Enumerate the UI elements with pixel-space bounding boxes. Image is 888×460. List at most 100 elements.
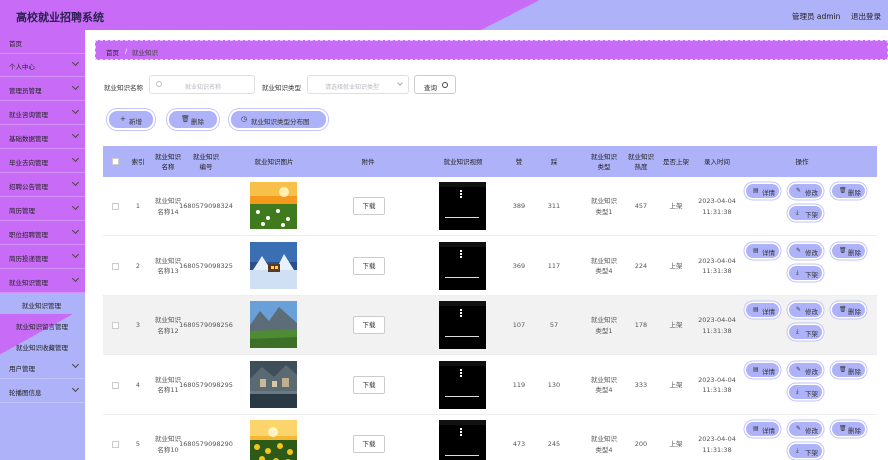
more-vertical-icon[interactable] xyxy=(460,190,462,192)
off-shelf-button[interactable]: ⤓ 下架 xyxy=(789,206,822,220)
video-progress[interactable] xyxy=(445,455,479,456)
chevron-down-icon xyxy=(71,82,80,91)
document-icon: ▤ xyxy=(753,306,759,313)
sidebar-item-jobs[interactable]: 职位招聘管理 xyxy=(0,221,85,245)
row-checkbox[interactable] xyxy=(112,381,119,389)
download-button[interactable]: 下载 xyxy=(353,197,385,215)
delete-button[interactable]: 🗑 删除 xyxy=(832,303,865,317)
breadcrumb-home[interactable]: 首页 xyxy=(106,47,119,57)
trash-icon: 🗑 xyxy=(181,115,190,123)
pencil-icon: ✎ xyxy=(796,246,802,254)
type-select[interactable]: 请选择就业知识类型 xyxy=(307,75,409,94)
video-player[interactable] xyxy=(439,360,486,409)
chevron-down-icon xyxy=(71,360,80,369)
sidebar-subitem-knowledge-messages[interactable]: 就业知识留言管理 xyxy=(0,314,85,335)
sidebar-item-label: 简历管理 xyxy=(9,207,35,215)
edit-button[interactable]: ✎ 修改 xyxy=(789,422,822,436)
edit-button[interactable]: ✎ 修改 xyxy=(789,184,822,198)
video-progress[interactable] xyxy=(445,336,479,337)
sidebar-item-admins[interactable]: 管理员管理 xyxy=(0,77,85,101)
edit-button[interactable]: ✎ 修改 xyxy=(789,362,822,377)
edit-button[interactable]: ✎ 修改 xyxy=(789,303,822,317)
row-checkbox[interactable] xyxy=(112,203,119,210)
more-vertical-icon[interactable] xyxy=(460,428,462,430)
sidebar-item-label: 个人中心 xyxy=(9,63,35,71)
sidebar-item-users[interactable]: 用户管理 xyxy=(0,355,85,379)
batch-delete-button[interactable]: 🗑 删除 xyxy=(169,111,217,128)
detail-button[interactable]: ▤ 详情 xyxy=(746,362,779,377)
name-search-input[interactable]: 就业知识名称 xyxy=(149,75,255,94)
video-player[interactable] xyxy=(439,420,486,460)
current-user: 管理员 admin xyxy=(792,12,841,21)
off-shelf-button[interactable]: ⤓ 下架 xyxy=(789,265,822,280)
cell-time: 2023-04-04 11:31:38 xyxy=(698,316,736,335)
delete-button[interactable]: 🗑 删除 xyxy=(832,422,865,436)
add-button[interactable]: + 新增 xyxy=(109,111,153,128)
sidebar-subitem-label: 就业知识收藏管理 xyxy=(16,344,68,352)
cell-code: 1680579098290 xyxy=(179,440,233,449)
sidebar-item-carousel[interactable]: 轮播图信息 xyxy=(0,379,85,403)
video-player[interactable] xyxy=(439,182,486,230)
detail-button[interactable]: ▤ 详情 xyxy=(746,303,779,317)
sidebar-item-home[interactable]: 首页 xyxy=(0,30,85,54)
delete-button[interactable]: 🗑 删除 xyxy=(832,362,865,377)
plus-icon: + xyxy=(120,115,126,123)
cell-time: 2023-04-04 11:31:38 xyxy=(698,256,736,276)
logout-link[interactable]: 退出登录 xyxy=(851,11,881,22)
breadcrumb: 首页 / 就业知识 xyxy=(95,40,888,60)
sidebar-item-profile[interactable]: 个人中心 xyxy=(0,53,85,77)
cell-type: 就业知识类型1 xyxy=(591,197,617,216)
detail-button[interactable]: ▤ 详情 xyxy=(746,184,779,198)
select-all-checkbox[interactable] xyxy=(112,158,119,165)
type-placeholder: 请选择就业知识类型 xyxy=(325,84,380,91)
sidebar-item-consult[interactable]: 就业咨询管理 xyxy=(0,101,85,125)
arrow-down-icon: ⤓ xyxy=(796,328,799,335)
off-shelf-button[interactable]: ⤓ 下架 xyxy=(789,444,822,458)
sidebar-item-delivery[interactable]: 简历投递管理 xyxy=(0,245,85,269)
sidebar-subitem-knowledge-favorites[interactable]: 就业知识收藏管理 xyxy=(0,335,85,356)
sidebar-item-notice[interactable]: 招聘公告管理 xyxy=(0,173,85,197)
cell-likes: 107 xyxy=(512,321,526,330)
delete-button[interactable]: 🗑 删除 xyxy=(832,184,865,198)
sidebar-item-basedata[interactable]: 基础数据管理 xyxy=(0,125,85,149)
sidebar-item-knowledge[interactable]: 就业知识管理 xyxy=(0,269,85,293)
cell-dislikes: 57 xyxy=(549,321,559,330)
video-progress[interactable] xyxy=(445,276,479,278)
more-vertical-icon[interactable] xyxy=(460,309,462,311)
cell-index: 2 xyxy=(135,261,141,270)
off-shelf-button[interactable]: ⤓ 下架 xyxy=(789,384,822,399)
delete-button[interactable]: 🗑 删除 xyxy=(832,243,865,258)
video-player[interactable] xyxy=(439,301,486,349)
table-row: 5 就业知识名称10 1680579098290 473 245 就业知识类型4 200 上架… xyxy=(103,415,877,460)
pencil-icon: ✎ xyxy=(796,187,802,194)
video-player[interactable] xyxy=(439,241,486,290)
detail-button[interactable]: ▤ 详情 xyxy=(746,422,779,436)
video-progress[interactable] xyxy=(445,217,479,218)
row-checkbox[interactable] xyxy=(112,262,119,270)
download-button[interactable]: 下载 xyxy=(353,375,385,394)
sidebar-subitem-knowledge[interactable]: 就业知识管理 xyxy=(0,293,85,314)
cell-shelf: 上架 xyxy=(669,321,683,330)
type-chart-button[interactable]: ◷ 就业知识类型分布图 xyxy=(231,111,326,128)
download-button[interactable]: 下载 xyxy=(353,256,385,275)
sidebar-item-destination[interactable]: 毕业去向管理 xyxy=(0,149,85,173)
cell-dislikes: 245 xyxy=(547,440,561,449)
delete-button-label: 删除 xyxy=(848,189,861,197)
download-button[interactable]: 下载 xyxy=(353,316,385,334)
sidebar-item-resume[interactable]: 简历管理 xyxy=(0,197,85,221)
more-vertical-icon[interactable] xyxy=(460,368,462,371)
row-checkbox[interactable] xyxy=(112,322,119,329)
detail-button[interactable]: ▤ 详情 xyxy=(746,243,779,258)
sidebar-item-label: 招聘公告管理 xyxy=(9,183,48,191)
sidebar-item-label: 基础数据管理 xyxy=(9,135,48,143)
more-vertical-icon[interactable] xyxy=(460,249,462,252)
query-button[interactable]: 查询 xyxy=(414,75,456,94)
cell-index: 3 xyxy=(135,321,141,330)
download-button[interactable]: 下载 xyxy=(353,435,385,453)
trash-icon: 🗑 xyxy=(839,425,847,432)
edit-button[interactable]: ✎ 修改 xyxy=(789,243,822,258)
document-icon: ▤ xyxy=(753,365,759,373)
video-progress[interactable] xyxy=(445,395,479,397)
off-shelf-button[interactable]: ⤓ 下架 xyxy=(789,325,822,339)
row-checkbox[interactable] xyxy=(112,441,119,448)
